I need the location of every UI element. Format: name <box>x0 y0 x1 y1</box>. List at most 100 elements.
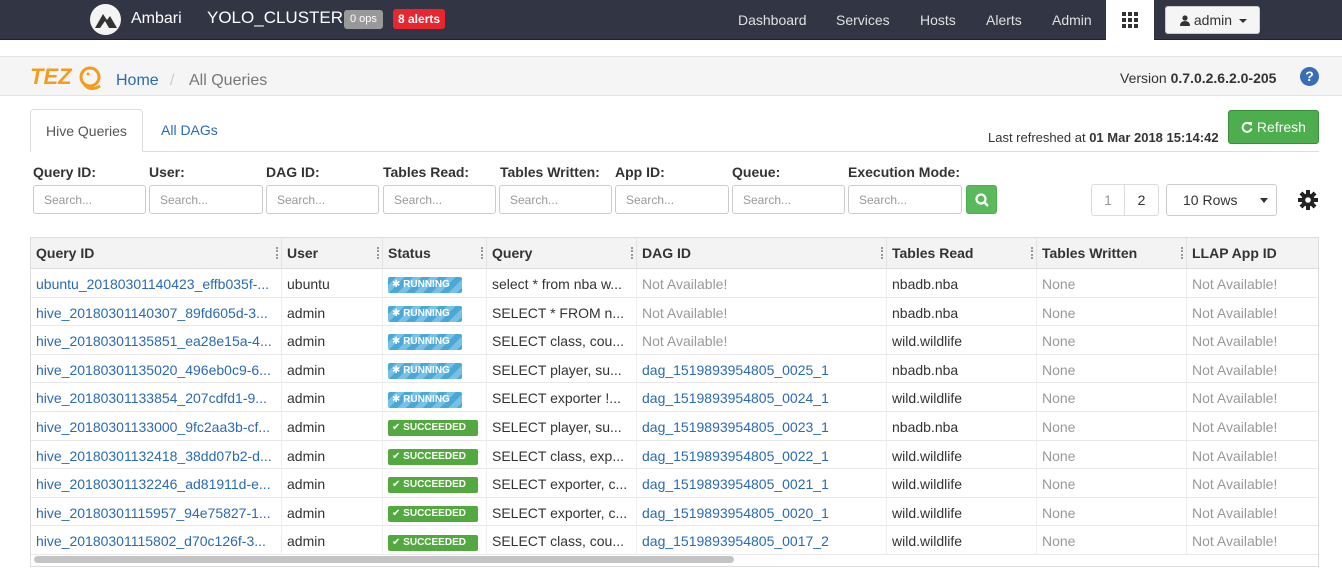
query-text-cell-text: SELECT class, exp... <box>492 447 625 464</box>
user-icon <box>1180 15 1190 26</box>
query-id-search-input[interactable] <box>33 185 146 214</box>
llap-app-id-cell: Not Available! <box>1187 412 1318 440</box>
query-id-link: hive_20180301115957_94e75827-1... <box>31 497 282 526</box>
search-button[interactable] <box>966 185 997 214</box>
dag-id-search-input[interactable] <box>266 185 379 214</box>
ops-badge[interactable]: 0 ops <box>344 10 383 29</box>
ambari-logo-icon[interactable] <box>90 4 121 35</box>
version-label: Version <box>1120 70 1167 86</box>
filter-label-dag-id: DAG ID: <box>266 164 320 180</box>
query-id-link[interactable]: hive_20180301115802_d70c126f-3... <box>36 533 266 549</box>
column-header-query-id[interactable]: Query ID <box>31 238 282 268</box>
filter-label-query-id: Query ID: <box>33 164 97 180</box>
dag-id-link[interactable]: dag_1519893954805_0021_1 <box>642 476 829 492</box>
app-id-search-input[interactable] <box>615 185 729 214</box>
column-resize-handle[interactable] <box>881 247 883 259</box>
query-id-link[interactable]: hive_20180301135851_ea28e15a-4... <box>36 333 272 349</box>
status-text: SUCCEEDED <box>403 479 466 491</box>
query-id-link[interactable]: hive_20180301132246_ad81911d-e... <box>36 476 271 492</box>
tez-logo-icon[interactable]: TEZ <box>28 60 104 94</box>
column-header-llap-app-id[interactable]: LLAP App ID <box>1187 238 1318 268</box>
nav-dashboard[interactable]: Dashboard <box>738 12 807 28</box>
user-cell: admin <box>282 412 383 440</box>
tables-read-cell: nbadb.nba <box>887 354 1037 383</box>
page-button-2[interactable]: 2 <box>1125 185 1158 215</box>
column-resize-handle[interactable] <box>377 247 379 259</box>
status-badge-running: ✱ RUNNING <box>388 363 462 380</box>
query-id-link[interactable]: ubuntu_20180301140423_effb035f-... <box>36 276 269 292</box>
status-badge-succeeded: ✔ SUCCEEDED <box>388 534 478 551</box>
query-id-link[interactable]: hive_20180301133000_9fc2aa3b-cf... <box>36 419 270 435</box>
status-text: RUNNING <box>403 307 450 319</box>
column-header-status[interactable]: Status <box>383 238 487 268</box>
column-resize-handle[interactable] <box>631 247 633 259</box>
svg-text:TEZ: TEZ <box>30 64 73 89</box>
query-text-cell: SELECT class, cou... <box>487 526 637 555</box>
nav-admin[interactable]: Admin <box>1052 12 1092 28</box>
views-menu-button[interactable] <box>1106 0 1154 40</box>
filter-label-queue: Queue: <box>732 164 781 180</box>
tables-written-cell-text: None <box>1042 447 1076 464</box>
tab-hive-queries[interactable]: Hive Queries <box>30 109 143 152</box>
horizontal-scrollbar[interactable] <box>34 556 734 563</box>
column-resize-handle[interactable] <box>1031 247 1033 259</box>
queue-search-input[interactable] <box>732 185 845 214</box>
page-button-1[interactable]: 1 <box>1092 185 1125 215</box>
brand-name[interactable]: Ambari <box>131 10 182 28</box>
status-cell: ✔ SUCCEEDED <box>383 412 487 440</box>
query-id-link: ubuntu_20180301140423_effb035f-... <box>31 269 282 297</box>
nav-hosts[interactable]: Hosts <box>920 12 956 28</box>
nav-services[interactable]: Services <box>836 12 890 28</box>
gear-icon[interactable] <box>1297 189 1319 211</box>
tab-all-dags[interactable]: All DAGs <box>146 109 233 152</box>
tables-read-cell-text: wild.wildlife <box>892 533 963 550</box>
column-resize-handle[interactable] <box>276 247 278 259</box>
dag-id-link[interactable]: dag_1519893954805_0022_1 <box>642 448 829 464</box>
query-text-cell: SELECT * FROM n... <box>487 297 637 326</box>
dag-id-cell-text: Not Available! <box>642 276 728 292</box>
last-refreshed-value: 01 Mar 2018 15:14:42 <box>1089 130 1219 145</box>
tables-written-search-input[interactable] <box>499 185 612 214</box>
alerts-badge[interactable]: 8 alerts <box>393 9 446 29</box>
tables-read-cell-text: wild.wildlife <box>892 390 963 407</box>
query-id-link: hive_20180301140307_89fd605d-3... <box>31 297 282 326</box>
llap-app-id-cell-text: Not Available! <box>1192 533 1278 550</box>
query-id-link[interactable]: hive_20180301115957_94e75827-1... <box>36 505 271 521</box>
dag-id-link[interactable]: dag_1519893954805_0024_1 <box>642 390 829 406</box>
dag-id-cell: dag_1519893954805_0021_1 <box>637 469 887 498</box>
status-cell: ✱ RUNNING <box>383 354 487 383</box>
filter-label-tables-read: Tables Read: <box>383 164 470 180</box>
tables-read-cell-text: wild.wildlife <box>892 333 963 350</box>
tables-written-cell-text: None <box>1042 390 1076 407</box>
query-id-link[interactable]: hive_20180301132418_38dd07b2-d... <box>36 448 272 464</box>
nav-alerts[interactable]: Alerts <box>986 12 1022 28</box>
cluster-name[interactable]: YOLO_CLUSTER <box>207 8 343 28</box>
dag-id-link[interactable]: dag_1519893954805_0017_2 <box>642 533 829 549</box>
column-header-tables-read[interactable]: Tables Read <box>887 238 1037 268</box>
help-icon[interactable]: ? <box>1300 67 1319 86</box>
table-row: hive_20180301115802_d70c126f-3... admin ✔ … <box>31 526 1318 555</box>
column-header-dag-id[interactable]: DAG ID <box>637 238 887 268</box>
column-resize-handle[interactable] <box>1181 247 1183 259</box>
column-resize-handle[interactable] <box>481 247 483 259</box>
tables-read-search-input[interactable] <box>383 185 496 214</box>
dag-id-link[interactable]: dag_1519893954805_0023_1 <box>642 419 829 435</box>
column-header-user[interactable]: User <box>282 238 383 268</box>
query-id-link[interactable]: hive_20180301140307_89fd605d-3... <box>36 305 268 321</box>
llap-app-id-cell-text: Not Available! <box>1192 419 1278 435</box>
tez-header: TEZ Home / All Queries Version 0.7.0.2.6… <box>0 56 1342 96</box>
column-header-tables-written[interactable]: Tables Written <box>1037 238 1187 268</box>
rows-per-page-select[interactable]: 10 Rows <box>1166 184 1277 216</box>
user-search-input[interactable] <box>149 185 263 214</box>
refresh-button[interactable]: Refresh <box>1228 110 1319 144</box>
query-id-link[interactable]: hive_20180301133854_207cdfd1-9... <box>36 390 267 406</box>
dag-id-link[interactable]: dag_1519893954805_0020_1 <box>642 505 829 521</box>
execution-mode-search-input[interactable] <box>848 185 962 214</box>
query-text-cell: SELECT exporter, c... <box>487 469 637 498</box>
column-header-query[interactable]: Query <box>487 238 637 268</box>
dag-id-link[interactable]: dag_1519893954805_0025_1 <box>642 362 829 378</box>
query-id-link[interactable]: hive_20180301135020_496eb0c9-6... <box>36 362 271 378</box>
breadcrumb-home[interactable]: Home <box>116 72 159 90</box>
dag-id-cell: dag_1519893954805_0025_1 <box>637 354 887 383</box>
user-menu-button[interactable]: admin <box>1165 6 1260 34</box>
